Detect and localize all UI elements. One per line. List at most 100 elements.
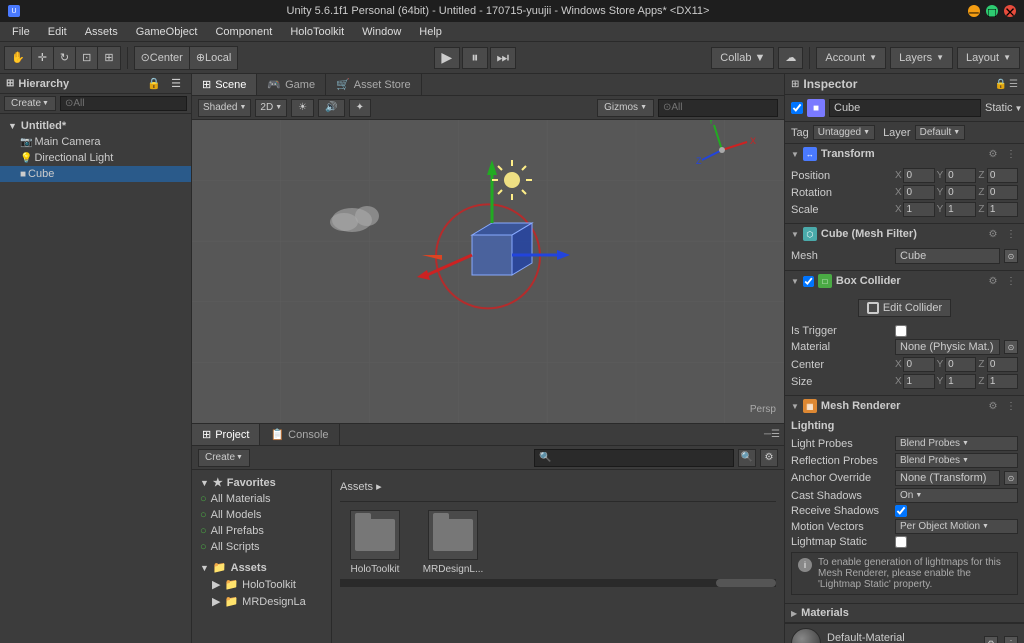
step-button[interactable]: ⏭ xyxy=(490,47,516,69)
tab-scene[interactable]: ⊞ Scene xyxy=(192,74,257,95)
scene-viewport[interactable]: X Y Z Persp xyxy=(192,120,784,423)
tab-game[interactable]: 🎮 Game xyxy=(257,74,326,95)
minimize-button[interactable]: ─ xyxy=(968,5,980,17)
transform-settings-btn[interactable]: ⚙ xyxy=(986,147,1000,161)
object-name-input[interactable] xyxy=(829,99,981,117)
assets-sidebar-header[interactable]: ▼ 📁 Assets xyxy=(192,559,331,576)
center-z-input[interactable] xyxy=(987,357,1018,372)
tag-dropdown[interactable]: Untagged xyxy=(813,125,875,140)
material-settings-btn[interactable]: ⚙ xyxy=(984,636,998,643)
rot-x-input[interactable] xyxy=(903,185,934,200)
favorite-all-scripts[interactable]: ○ All Scripts xyxy=(192,539,331,555)
layers-dropdown[interactable]: Layers xyxy=(890,47,953,69)
close-button[interactable]: ✕ xyxy=(1004,5,1016,17)
mesh-renderer-settings-btn[interactable]: ⚙ xyxy=(986,399,1000,413)
hierarchy-create-btn[interactable]: Create ▼ xyxy=(4,96,56,111)
pos-x-input[interactable] xyxy=(903,168,934,183)
transform-more-btn[interactable]: ⋮ xyxy=(1004,147,1018,161)
hierarchy-lock-btn[interactable]: 🔒 xyxy=(143,77,165,90)
bottom-panel-collapse[interactable]: ─ xyxy=(764,429,771,440)
menu-window[interactable]: Window xyxy=(354,24,409,40)
materials-header[interactable]: ▶ Materials xyxy=(785,604,1024,623)
cast-shadows-dropdown[interactable]: On xyxy=(895,488,1018,503)
menu-holotoolkit[interactable]: HoloToolkit xyxy=(282,24,352,40)
box-collider-more-btn[interactable]: ⋮ xyxy=(1004,274,1018,288)
scene-search[interactable] xyxy=(658,99,778,117)
pos-y-input[interactable] xyxy=(945,168,976,183)
favorites-header[interactable]: ▼ ★ Favorites xyxy=(192,474,331,491)
hierarchy-main-camera[interactable]: 📷 Main Camera xyxy=(0,134,191,150)
hierarchy-untitled[interactable]: ▼ Untitled* xyxy=(0,118,191,134)
bottom-panel-menu[interactable]: ☰ xyxy=(771,429,780,440)
scale-y-input[interactable] xyxy=(945,202,976,217)
transform-header[interactable]: ▼ ↔ Transform ⚙ ⋮ xyxy=(785,144,1024,164)
project-create-btn[interactable]: Create xyxy=(198,449,250,467)
mesh-renderer-header[interactable]: ▼ ▦ Mesh Renderer ⚙ ⋮ xyxy=(785,396,1024,416)
pause-button[interactable]: ⏸ xyxy=(462,47,488,69)
receive-shadows-checkbox[interactable] xyxy=(895,505,907,517)
size-y-input[interactable] xyxy=(945,374,976,389)
reflection-probes-dropdown[interactable]: Blend Probes xyxy=(895,453,1018,468)
move-tool[interactable]: ✛ xyxy=(32,47,54,69)
2d-button[interactable]: 2D xyxy=(255,99,287,117)
local-button[interactable]: ⊕ Local xyxy=(190,47,238,69)
mesh-filter-header[interactable]: ▼ ⬡ Cube (Mesh Filter) ⚙ ⋮ xyxy=(785,224,1024,244)
rot-y-input[interactable] xyxy=(945,185,976,200)
shaded-dropdown[interactable]: Shaded xyxy=(198,99,251,117)
rot-z-input[interactable] xyxy=(987,185,1018,200)
anchor-override-btn[interactable]: ⊙ xyxy=(1004,471,1018,485)
material-more-btn[interactable]: ⋮ xyxy=(1004,636,1018,643)
center-x-input[interactable] xyxy=(903,357,934,372)
menu-assets[interactable]: Assets xyxy=(77,24,126,40)
box-collider-settings-btn[interactable]: ⚙ xyxy=(986,274,1000,288)
audio-toggle[interactable]: 🔊 xyxy=(318,99,344,117)
light-toggle[interactable]: ☀ xyxy=(291,99,314,117)
asset-holotoolkit[interactable]: HoloToolkit xyxy=(340,510,410,575)
size-z-input[interactable] xyxy=(987,374,1018,389)
menu-edit[interactable]: Edit xyxy=(40,24,75,40)
scale-tool[interactable]: ⊡ xyxy=(76,47,98,69)
inspector-menu-btn[interactable]: ☰ xyxy=(1009,79,1018,90)
cloud-button[interactable]: ☁ xyxy=(778,47,803,69)
is-trigger-checkbox[interactable] xyxy=(895,325,907,337)
hand-tool[interactable]: ✋ xyxy=(5,47,32,69)
box-collider-header[interactable]: ▼ □ Box Collider ⚙ ⋮ xyxy=(785,271,1024,291)
center-y-input[interactable] xyxy=(945,357,976,372)
rotate-tool[interactable]: ↻ xyxy=(54,47,76,69)
light-probes-dropdown[interactable]: Blend Probes xyxy=(895,436,1018,451)
project-scrollbar[interactable] xyxy=(340,579,776,587)
rect-tool[interactable]: ⊞ xyxy=(98,47,119,69)
tab-console[interactable]: 📋 Console xyxy=(260,424,339,445)
menu-help[interactable]: Help xyxy=(411,24,450,40)
asset-mrdesign[interactable]: MRDesignL... xyxy=(418,510,488,575)
size-x-input[interactable] xyxy=(903,374,934,389)
maximize-button[interactable]: □ xyxy=(986,5,998,17)
tab-asset-store[interactable]: 🛒 Asset Store xyxy=(326,74,422,95)
edit-collider-btn[interactable]: Edit Collider xyxy=(858,299,951,317)
menu-file[interactable]: File xyxy=(4,24,38,40)
project-filter-btn[interactable]: ⚙ xyxy=(760,449,778,467)
layout-dropdown[interactable]: Layout xyxy=(957,47,1020,69)
inspector-lock-btn[interactable]: 🔒 xyxy=(995,79,1007,90)
menu-component[interactable]: Component xyxy=(207,24,280,40)
favorite-all-prefabs[interactable]: ○ All Prefabs xyxy=(192,523,331,539)
menu-gameobject[interactable]: GameObject xyxy=(128,24,206,40)
lightmap-static-checkbox[interactable] xyxy=(895,536,907,548)
favorite-all-models[interactable]: ○ All Models xyxy=(192,507,331,523)
hierarchy-search[interactable] xyxy=(60,96,187,111)
hierarchy-cube[interactable]: ■ Cube xyxy=(0,166,191,182)
account-dropdown[interactable]: Account xyxy=(816,47,886,69)
hierarchy-directional-light[interactable]: 💡 Directional Light xyxy=(0,150,191,166)
mesh-renderer-more-btn[interactable]: ⋮ xyxy=(1004,399,1018,413)
gizmos-dropdown[interactable]: Gizmos xyxy=(597,99,654,117)
scale-x-input[interactable] xyxy=(903,202,934,217)
project-search[interactable] xyxy=(534,449,734,467)
collab-button[interactable]: Collab ▼ xyxy=(711,47,774,69)
mesh-filter-more-btn[interactable]: ⋮ xyxy=(1004,227,1018,241)
sidebar-holotoolkit[interactable]: ▶ 📁 HoloToolkit xyxy=(192,576,331,593)
box-collider-toggle[interactable] xyxy=(803,276,814,287)
fx-toggle[interactable]: ✦ xyxy=(349,99,371,117)
hierarchy-menu-btn[interactable]: ☰ xyxy=(167,77,185,90)
physic-material-btn[interactable]: ⊙ xyxy=(1004,340,1018,354)
motion-vectors-dropdown[interactable]: Per Object Motion xyxy=(895,519,1018,534)
